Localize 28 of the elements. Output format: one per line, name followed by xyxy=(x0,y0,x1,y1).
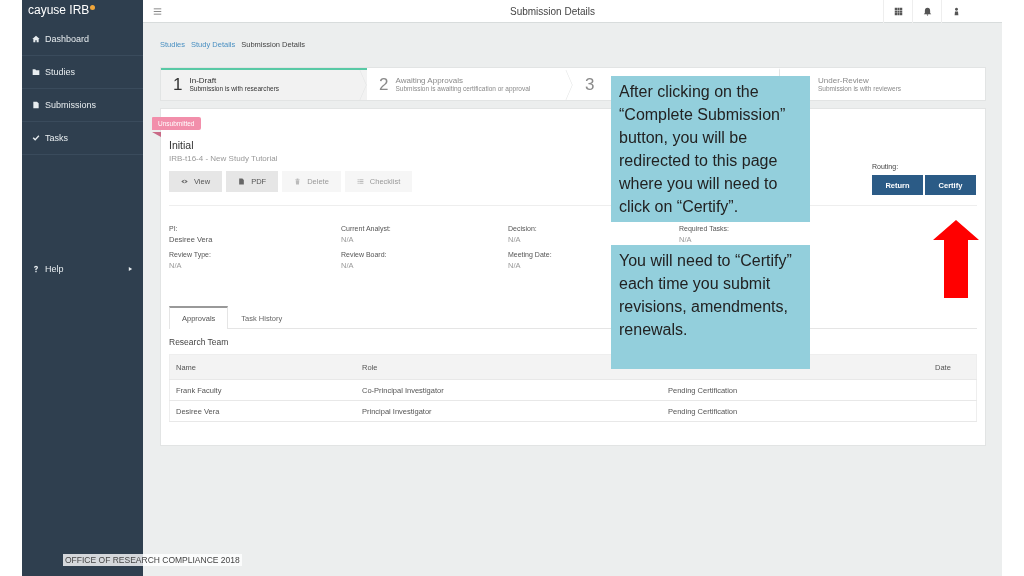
help-icon xyxy=(32,264,40,273)
submission-title: Initial xyxy=(169,139,195,151)
document-icon xyxy=(32,101,40,109)
step-title: In-Draft xyxy=(189,77,218,86)
app-logo: cayuse IRB xyxy=(28,3,90,17)
bell-icon xyxy=(922,6,932,16)
step-number: 2 xyxy=(379,75,389,95)
page-title: Submission Details xyxy=(508,5,596,17)
submission-subtitle: IRB-t16-4 - New Study Tutorial xyxy=(169,154,279,163)
callout-tooltip: You will need to “Certify” each time you submit revisions, amendments, renewals. xyxy=(611,245,810,369)
apps-icon xyxy=(893,6,903,16)
slide-footer: OFFICE OF RESEARCH COMPLIANCE 2018 xyxy=(63,554,242,566)
trash-icon xyxy=(294,178,302,185)
caret-icon xyxy=(128,265,133,272)
section-title: Research Team xyxy=(169,337,230,347)
document-icon xyxy=(238,178,246,185)
logo-dot xyxy=(90,5,96,10)
step-title: Awaiting Approvals xyxy=(395,77,464,86)
step-number: 1 xyxy=(173,75,183,95)
ribbon-fold xyxy=(152,132,161,137)
step-title: Under-Review xyxy=(818,77,870,86)
callout-tooltip: After clicking on the “Complete Submission” button, you will be redirected to this page where you will need to click on “Certify”. xyxy=(611,76,810,222)
folder-icon xyxy=(32,68,40,76)
list-icon xyxy=(356,178,364,185)
checkmark-icon xyxy=(32,134,40,142)
home-icon xyxy=(32,35,40,43)
sidebar-item[interactable]: Help xyxy=(22,252,143,285)
arrow-icon xyxy=(933,220,979,298)
